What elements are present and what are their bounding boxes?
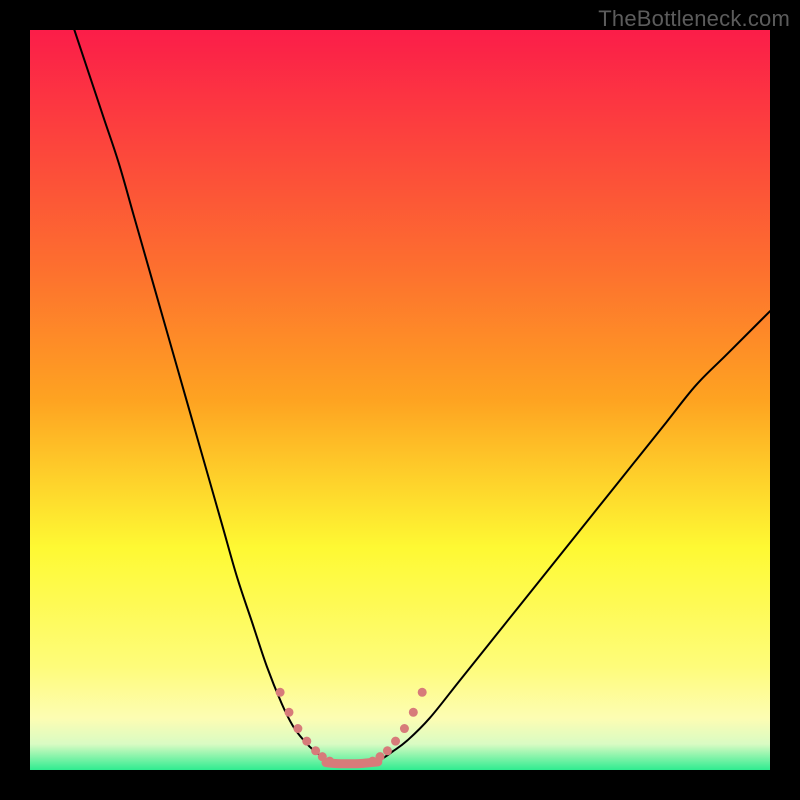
chart-frame: TheBottleneck.com bbox=[0, 0, 800, 800]
chart-background bbox=[30, 30, 770, 770]
chart-plot bbox=[30, 30, 770, 770]
right-dotted-tail-dot bbox=[391, 737, 400, 746]
left-dotted-tail-dot bbox=[285, 708, 294, 717]
valley-floor bbox=[326, 762, 378, 764]
right-dotted-tail-dot bbox=[383, 746, 392, 755]
left-dotted-tail-dot bbox=[276, 688, 285, 697]
chart-svg bbox=[30, 30, 770, 770]
watermark-label: TheBottleneck.com bbox=[598, 6, 790, 32]
left-dotted-tail-dot bbox=[302, 737, 311, 746]
right-dotted-tail-dot bbox=[409, 708, 418, 717]
left-dotted-tail-dot bbox=[293, 724, 302, 733]
right-dotted-tail-dot bbox=[418, 688, 427, 697]
right-dotted-tail-dot bbox=[400, 724, 409, 733]
